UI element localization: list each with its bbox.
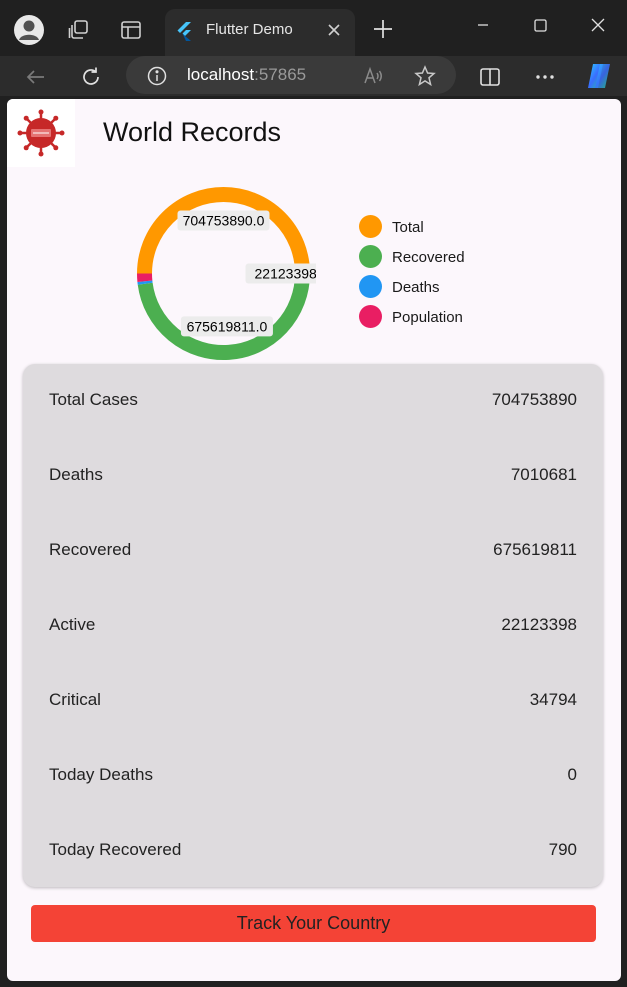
legend-item: Total <box>359 215 519 239</box>
close-window-icon[interactable] <box>587 14 609 36</box>
legend-item: Population <box>359 305 519 329</box>
tab-actions-icon[interactable] <box>119 18 143 42</box>
page-title: World Records <box>103 117 282 147</box>
stat-value: 34794 <box>529 690 577 709</box>
donut-label-text: 22123398.0 <box>255 266 316 282</box>
flutter-icon <box>175 21 195 41</box>
info-icon[interactable] <box>146 65 168 87</box>
legend-label: Population <box>392 309 463 326</box>
stat-label: Recovered <box>49 540 132 559</box>
more-icon[interactable] <box>533 65 557 89</box>
stat-value: 675619811 <box>493 540 577 559</box>
virus-icon <box>7 99 75 167</box>
address-bar[interactable]: localhost:57865 <box>126 56 456 94</box>
split-screen-icon[interactable] <box>478 65 502 89</box>
browser-titlebar: Flutter Demo <box>0 0 627 56</box>
stat-row: Deaths 7010681 <box>23 465 603 495</box>
app-page: World Records 704753890.0 675619811.0 2212… <box>7 99 621 981</box>
donut-label-population: 22123398.0 <box>245 263 316 284</box>
minimize-icon[interactable] <box>472 14 494 36</box>
stat-row: Recovered 675619811 <box>23 540 603 570</box>
stats-card: Total Cases 704753890 Deaths 7010681 Recover… <box>23 364 603 887</box>
read-aloud-icon[interactable] <box>362 65 384 87</box>
stat-label: Deaths <box>49 465 103 484</box>
profile-icon[interactable] <box>14 15 44 45</box>
stat-label: Today Recovered <box>49 840 182 859</box>
reload-icon[interactable] <box>79 65 103 89</box>
url-port: :57865 <box>254 65 307 84</box>
legend-swatch <box>359 275 382 298</box>
legend-swatch <box>359 245 382 268</box>
stat-label: Today Deaths <box>49 765 153 784</box>
stat-value: 704753890 <box>491 390 577 409</box>
stat-value: 790 <box>548 840 577 859</box>
url-host: localhost <box>187 65 255 84</box>
stat-label: Total Cases <box>49 390 138 409</box>
stat-label: Active <box>49 615 96 634</box>
track-country-button[interactable]: Track Your Country <box>31 905 596 942</box>
donut-slice-total <box>137 187 310 274</box>
donut-label-recovered: 675619811.0 <box>180 316 273 337</box>
stat-label: Critical <box>49 690 101 709</box>
donut-label-text: 675619811.0 <box>187 318 268 334</box>
legend-swatch <box>359 305 382 328</box>
donut-label-total: 704753890.0 <box>177 210 270 231</box>
workspaces-icon[interactable] <box>67 18 91 42</box>
stat-row: Active 22123398 <box>23 615 603 645</box>
copilot-icon[interactable] <box>584 61 614 91</box>
stat-row: Today Deaths 0 <box>23 765 603 795</box>
stat-row: Today Recovered 790 <box>23 840 603 870</box>
back-arrow-icon[interactable] <box>24 65 48 89</box>
legend-label: Recovered <box>392 249 465 266</box>
browser-tab[interactable]: Flutter Demo <box>165 9 355 56</box>
legend-item: Recovered <box>359 245 519 269</box>
stat-row: Total Cases 704753890 <box>23 390 603 420</box>
legend-item: Deaths <box>359 275 519 299</box>
legend-label: Total <box>392 219 424 236</box>
donut-chart: 704753890.0 675619811.0 22123398.0 <box>137 187 316 360</box>
close-tab-icon[interactable] <box>323 19 345 41</box>
tab-title: Flutter Demo <box>206 21 293 38</box>
legend-label: Deaths <box>392 279 440 296</box>
stat-row: Critical 34794 <box>23 690 603 720</box>
stat-value: 22123398 <box>501 615 577 634</box>
maximize-icon[interactable] <box>529 14 551 36</box>
donut-slice-recovered <box>137 273 310 360</box>
stat-value: 7010681 <box>510 465 577 484</box>
plus-icon[interactable] <box>372 18 394 40</box>
stat-value: 0 <box>567 765 577 784</box>
url-text: localhost:57865 <box>187 65 306 85</box>
donut-label-text: 704753890.0 <box>183 213 265 229</box>
legend-swatch <box>359 215 382 238</box>
star-icon[interactable] <box>413 64 437 88</box>
browser-toolbar: localhost:57865 <box>0 56 627 96</box>
